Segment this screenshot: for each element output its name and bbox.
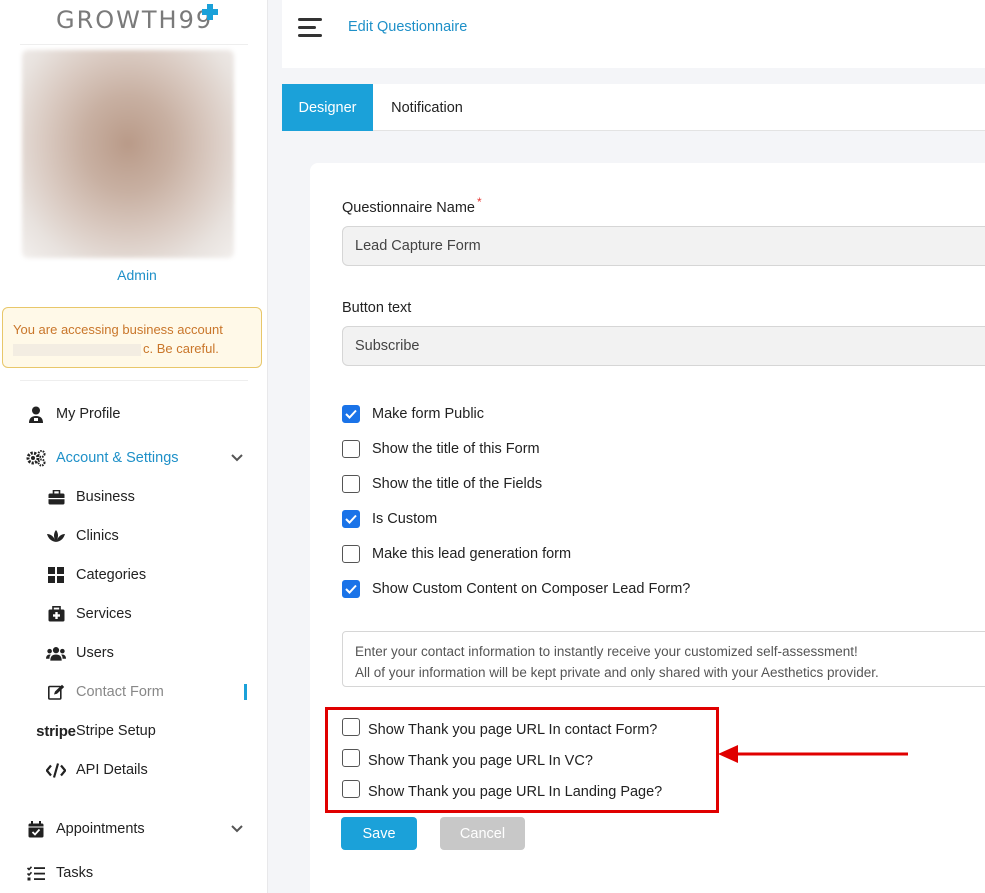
checkbox-unchecked[interactable] <box>342 475 360 493</box>
sidebar-item-label: Stripe Setup <box>76 723 156 739</box>
checkbox-unchecked[interactable] <box>342 718 360 736</box>
chevron-down-icon[interactable] <box>230 822 244 836</box>
divider <box>20 380 248 381</box>
option-show-fields-title[interactable]: Show the title of the Fields <box>342 474 542 494</box>
questionnaire-name-label: Questionnaire Name * <box>342 195 482 216</box>
avatar <box>22 50 234 258</box>
sidebar-item-services[interactable]: Services <box>46 602 132 626</box>
medical-bag-icon <box>46 605 66 623</box>
sidebar-item-label: Contact Form <box>76 684 164 700</box>
calendar-icon <box>26 820 46 838</box>
sidebar-item-label: Business <box>76 489 135 505</box>
top-header: Edit Questionnaire <box>282 0 985 68</box>
sidebar-item-stripe-setup[interactable]: stripe Stripe Setup <box>36 719 156 743</box>
option-make-form-public[interactable]: Make form Public <box>342 404 484 424</box>
brand-logo[interactable]: GROWTH99 <box>56 4 218 34</box>
checkbox-checked[interactable] <box>342 510 360 528</box>
warning-line-2-suffix: c. Be careful. <box>143 341 219 356</box>
sidebar-item-clinics[interactable]: Clinics <box>46 524 119 548</box>
user-name[interactable]: Admin <box>0 267 274 283</box>
tasks-icon <box>26 864 46 882</box>
sidebar-item-label: Clinics <box>76 528 119 544</box>
active-indicator <box>244 684 247 700</box>
checkbox-checked[interactable] <box>342 405 360 423</box>
warning-line-1: You are accessing business account <box>13 322 223 337</box>
option-thank-you-contact-form[interactable]: Show Thank you page URL In contact Form? <box>342 717 658 738</box>
sidebar-item-my-profile[interactable]: My Profile <box>26 402 120 426</box>
option-label: Make this lead generation form <box>372 546 572 562</box>
annotation-arrow-icon <box>718 745 908 763</box>
users-icon <box>46 644 66 662</box>
option-label: Show Thank you page URL In VC? <box>368 753 593 769</box>
tab-bar: Designer Notification <box>282 84 985 131</box>
tab-notification[interactable]: Notification <box>373 84 481 131</box>
option-label: Is Custom <box>372 511 438 527</box>
option-thank-you-landing-page[interactable]: Show Thank you page URL In Landing Page? <box>342 779 663 800</box>
sidebar-item-business[interactable]: Business <box>46 485 135 509</box>
option-lead-generation-form[interactable]: Make this lead generation form <box>342 544 571 564</box>
option-show-custom-content[interactable]: Show Custom Content on Composer Lead For… <box>342 579 690 599</box>
sidebar-item-categories[interactable]: Categories <box>46 563 146 587</box>
questionnaire-name-input[interactable]: Lead Capture Form <box>342 226 985 266</box>
sidebar-item-label: API Details <box>76 762 148 778</box>
sidebar-item-tasks[interactable]: Tasks <box>26 861 93 885</box>
edit-icon <box>46 683 66 701</box>
tab-designer[interactable]: Designer <box>282 84 373 131</box>
gears-icon <box>26 449 46 467</box>
logo-text: GROWTH99 <box>56 6 214 34</box>
field-label-text: Questionnaire Name <box>342 200 475 216</box>
sidebar-item-label: Categories <box>76 567 147 583</box>
option-thank-you-vc[interactable]: Show Thank you page URL In VC? <box>342 748 593 769</box>
checkbox-unchecked[interactable] <box>342 440 360 458</box>
custom-content-line-1: Enter your contact information to instan… <box>355 644 858 659</box>
save-button[interactable]: Save <box>341 817 417 850</box>
sidebar-item-api-details[interactable]: API Details <box>46 758 148 782</box>
checkbox-checked[interactable] <box>342 580 360 598</box>
business-account-warning: You are accessing business account c. Be… <box>2 307 262 368</box>
sidebar-item-contact-form[interactable]: Contact Form <box>46 680 164 704</box>
redacted-text <box>13 343 141 356</box>
custom-content-textarea[interactable]: Enter your contact information to instan… <box>342 631 985 687</box>
button-text-label: Button text <box>342 300 412 316</box>
page-title: Edit Questionnaire <box>348 19 468 35</box>
button-text-input[interactable]: Subscribe <box>342 326 985 366</box>
code-icon <box>46 761 66 779</box>
sidebar-item-label: Users <box>76 645 114 661</box>
option-label: Show the title of this Form <box>372 441 540 457</box>
divider <box>20 44 248 45</box>
user-icon <box>26 405 46 423</box>
briefcase-icon <box>46 488 66 506</box>
cancel-button[interactable]: Cancel <box>440 817 525 850</box>
option-label: Show Thank you page URL In Landing Page? <box>368 784 663 800</box>
lotus-icon <box>46 527 66 545</box>
option-show-form-title[interactable]: Show the title of this Form <box>342 439 540 459</box>
sidebar-item-label: My Profile <box>56 406 121 422</box>
sidebar-item-label: Services <box>76 606 132 622</box>
sidebar-item-label: Account & Settings <box>56 450 179 466</box>
warning-line-2: c. Be careful. <box>13 339 261 358</box>
sidebar-item-appointments[interactable]: Appointments <box>26 817 145 841</box>
option-is-custom[interactable]: Is Custom <box>342 509 437 529</box>
sidebar-item-account-settings[interactable]: Account & Settings <box>26 446 179 470</box>
custom-content-line-2: All of your information will be kept pri… <box>355 665 879 680</box>
checkbox-unchecked[interactable] <box>342 545 360 563</box>
sidebar-item-label: Appointments <box>56 821 145 837</box>
option-label: Make form Public <box>372 406 485 422</box>
hamburger-menu-icon[interactable] <box>298 18 322 38</box>
checkbox-unchecked[interactable] <box>342 749 360 767</box>
sidebar-item-label: Tasks <box>56 865 94 881</box>
logo-plus-icon <box>202 4 218 20</box>
stripe-icon: stripe <box>36 722 76 740</box>
sidebar-item-users[interactable]: Users <box>46 641 114 665</box>
required-mark: * <box>477 195 482 209</box>
grid-icon <box>46 566 66 584</box>
chevron-down-icon[interactable] <box>230 451 244 465</box>
option-label: Show Custom Content on Composer Lead For… <box>372 581 691 597</box>
checkbox-unchecked[interactable] <box>342 780 360 798</box>
option-label: Show Thank you page URL In contact Form? <box>368 722 658 738</box>
sidebar: GROWTH99 Admin You are accessing busines… <box>0 0 268 893</box>
option-label: Show the title of the Fields <box>372 476 543 492</box>
